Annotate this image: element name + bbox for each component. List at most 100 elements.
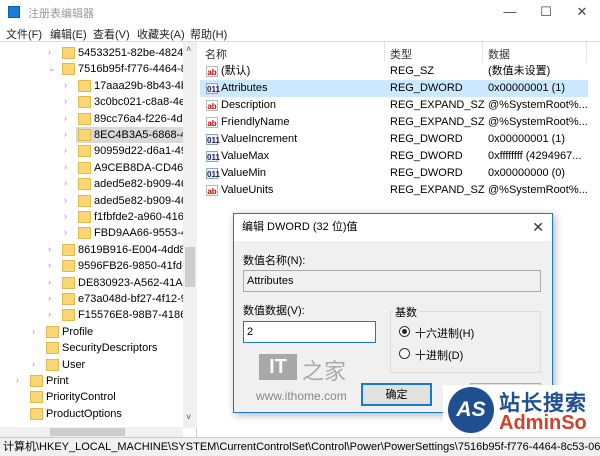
scroll-up-icon[interactable]: ˄	[186, 44, 191, 54]
expand-chevron-icon[interactable]: ›	[32, 359, 40, 369]
value-data-input[interactable]: 2	[243, 321, 376, 343]
dec-label[interactable]: 十进制(D)	[415, 347, 463, 363]
value-row[interactable]: ab FriendlyName REG_EXPAND_SZ @%SystemRo…	[200, 114, 588, 131]
tree-vertical-scroll-thumb[interactable]	[185, 247, 195, 287]
menu-edit[interactable]: 编辑(E)	[50, 26, 87, 42]
menu-favorites[interactable]: 收藏夹(A)	[137, 26, 185, 42]
tree-node[interactable]: F15576E8-98B7-4186-B94	[60, 307, 196, 323]
dialog-close-button[interactable]: ✕	[532, 214, 544, 241]
tree-node[interactable]: SecurityDescriptors	[44, 340, 196, 356]
folder-icon	[62, 293, 75, 305]
column-header-name[interactable]: 名称	[205, 46, 227, 62]
value-row[interactable]: 011 ValueIncrement REG_DWORD 0x00000001 …	[200, 131, 588, 148]
scroll-down-icon[interactable]: ˅	[186, 412, 191, 422]
tree-node-label: 90959d22-d6a1-49b9-	[94, 145, 197, 158]
column-header-data[interactable]: 数据	[488, 46, 510, 62]
tree-node[interactable]: aded5e82-b909-4619-	[76, 176, 197, 192]
registry-tree[interactable]: 54533251-82be-4824-96c › 7516b95f-f776-446…	[0, 41, 197, 437]
column-divider[interactable]	[384, 42, 385, 62]
tree-node-label: 17aaa29b-8b43-4b94-	[94, 79, 197, 92]
folder-icon	[78, 129, 91, 141]
tree-node-label: 8EC4B3A5-6868-48c2-	[94, 129, 197, 141]
tree-vertical-scrollbar[interactable]	[183, 42, 197, 428]
menu-help[interactable]: 帮助(H)	[190, 26, 227, 42]
value-row[interactable]: ab Description REG_EXPAND_SZ @%SystemRoo…	[200, 97, 588, 114]
folder-icon	[46, 358, 59, 371]
expand-chevron-icon[interactable]: ›	[64, 195, 72, 205]
column-header-type[interactable]: 类型	[390, 46, 412, 62]
menu-file[interactable]: 文件(F)	[6, 26, 42, 42]
tree-node-label: 3c0bc021-c8a8-4e07-a	[94, 96, 197, 109]
expand-chevron-icon[interactable]: ›	[64, 162, 72, 172]
hex-radio[interactable]	[399, 326, 410, 337]
tree-node[interactable]: 8619B916-E004-4dd8-9B	[60, 242, 196, 258]
expand-chevron-icon[interactable]: ›	[16, 375, 24, 385]
value-type: REG_DWORD	[390, 82, 463, 94]
tree-node[interactable]: PriorityControl	[28, 389, 176, 405]
tree-node[interactable]: Profile	[44, 324, 153, 340]
tree-node[interactable]: A9CEB8DA-CD46-44FE	[76, 160, 196, 176]
value-name: Attributes	[221, 82, 268, 94]
expand-chevron-icon[interactable]: ›	[48, 309, 56, 319]
tree-node-label: 54533251-82be-4824-96c	[78, 47, 197, 59]
expand-chevron-icon[interactable]: ›	[64, 211, 72, 221]
maximize-button[interactable]: ☐	[528, 0, 564, 24]
value-name-field[interactable]: Attributes	[243, 270, 541, 292]
tree-node-label: aded5e82-b909-4619-	[94, 178, 197, 191]
column-divider[interactable]	[482, 42, 483, 62]
tree-node[interactable]: 54533251-82be-4824-96c	[60, 45, 197, 61]
tree-node[interactable]: 90959d22-d6a1-49b9-	[76, 143, 197, 159]
expand-chevron-icon[interactable]: ›	[64, 227, 72, 237]
dialog-title: 编辑 DWORD (32 位)值	[234, 214, 552, 241]
expand-chevron-icon[interactable]: ›	[64, 113, 72, 123]
tree-node[interactable]: 9596FB26-9850-41fd-AC3	[60, 258, 196, 274]
minimize-button[interactable]: —	[492, 0, 528, 24]
expand-chevron-icon[interactable]: ›	[64, 145, 72, 155]
tree-node[interactable]: 17aaa29b-8b43-4b94-	[76, 78, 197, 94]
close-button[interactable]: ✕	[564, 0, 600, 24]
value-row[interactable]: ab ValueUnits REG_EXPAND_SZ @%SystemRoot…	[200, 182, 588, 199]
tree-node[interactable]: f1fbfde2-a960-4165-9	[76, 209, 197, 225]
tree-node[interactable]: User	[44, 357, 145, 373]
tree-node[interactable]: Print	[28, 373, 129, 389]
tree-node[interactable]: 8EC4B3A5-6868-48c2-	[76, 127, 197, 143]
value-row[interactable]: ab (默认) REG_SZ (数值未设置)	[200, 63, 588, 80]
folder-icon	[78, 227, 91, 240]
value-row[interactable]: 011 ValueMin REG_DWORD 0x00000000 (0)	[200, 165, 588, 182]
value-row[interactable]: 011 Attributes REG_DWORD 0x00000001 (1)	[200, 80, 588, 97]
folder-icon	[30, 375, 43, 387]
tree-node[interactable]: e73a048d-bf27-4f12-973	[60, 291, 196, 307]
tree-node-label: 89cc76a4-f226-4d4b-a	[94, 112, 197, 125]
tree-node-label: f1fbfde2-a960-4165-9	[94, 211, 197, 223]
tree-node[interactable]: 7516b95f-f776-4464-8c53	[60, 61, 196, 77]
tree-node[interactable]: FBD9AA66-9553-4097	[76, 225, 196, 241]
tree-horizontal-scroll-thumb[interactable]	[50, 428, 125, 436]
tree-node[interactable]: 3c0bc021-c8a8-4e07-a	[76, 94, 197, 110]
value-row[interactable]: 011 ValueMax REG_DWORD 0xffffffff (42949…	[200, 148, 588, 165]
adminso-watermark: AS 站长搜索 AdminSo	[443, 385, 600, 437]
value-name-label: 数值名称(N):	[243, 255, 306, 267]
expand-chevron-icon[interactable]: ›	[48, 293, 56, 303]
tree-node[interactable]: DE830923-A562-41AF-A0	[60, 275, 196, 291]
expand-chevron-icon[interactable]: ›	[64, 129, 72, 139]
tree-node[interactable]: 89cc76a4-f226-4d4b-a	[76, 111, 197, 127]
collapse-chevron-icon[interactable]: ⌄	[48, 63, 56, 74]
expand-chevron-icon[interactable]: ›	[32, 326, 40, 336]
value-name: ValueUnits	[221, 184, 274, 196]
menu-view[interactable]: 查看(V)	[93, 26, 130, 42]
expand-chevron-icon[interactable]: ›	[48, 47, 56, 57]
expand-chevron-icon[interactable]: ›	[48, 277, 56, 287]
title-bar: 注册表编辑器 — ☐ ✕	[0, 0, 600, 24]
expand-chevron-icon[interactable]: ›	[64, 96, 72, 106]
expand-chevron-icon[interactable]: ›	[64, 80, 72, 90]
expand-chevron-icon[interactable]: ›	[48, 244, 56, 254]
expand-chevron-icon[interactable]: ›	[64, 178, 72, 188]
column-divider[interactable]	[586, 42, 587, 62]
dec-radio[interactable]	[399, 348, 410, 359]
folder-icon	[46, 342, 59, 355]
tree-node[interactable]: ProductOptions	[28, 406, 182, 422]
expand-chevron-icon[interactable]: ›	[48, 260, 56, 270]
hex-label[interactable]: 十六进制(H)	[415, 325, 474, 341]
tree-node[interactable]: aded5e82-b909-4619-	[76, 193, 196, 209]
folder-icon	[78, 79, 91, 92]
